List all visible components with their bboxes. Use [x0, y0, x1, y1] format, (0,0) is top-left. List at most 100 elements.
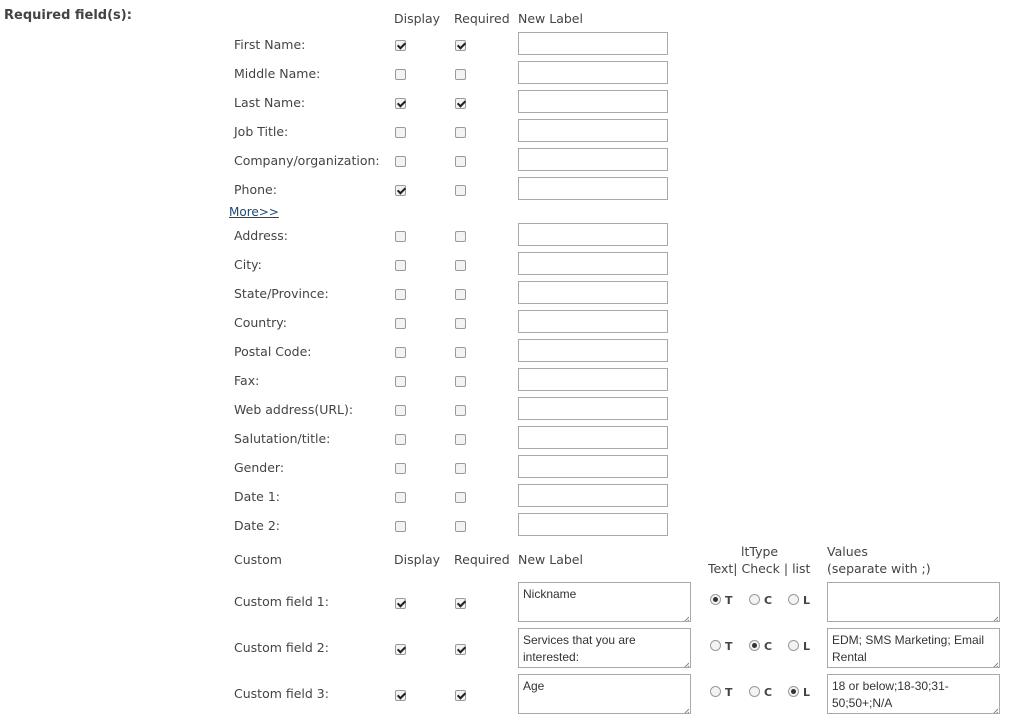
custom-field-3-values-textarea[interactable]: 18 or below;18-30;31-50;50+;N/A	[827, 674, 1000, 714]
more-link[interactable]: More>>	[229, 205, 279, 219]
custom-field-1-type-list-radio[interactable]	[788, 594, 799, 605]
required-checkbox-address[interactable]	[455, 231, 466, 242]
new-label-input-gender[interactable]	[518, 455, 668, 478]
resize-grip-icon	[990, 658, 999, 667]
field-label-country: Country:	[234, 315, 287, 330]
custom-field-3-new-label-textarea[interactable]: Age	[518, 674, 691, 714]
display-checkbox-state-province[interactable]	[395, 289, 406, 300]
resize-grip-icon	[990, 612, 999, 621]
new-label-input-state-province[interactable]	[518, 281, 668, 304]
required-checkbox-web-address-url[interactable]	[455, 405, 466, 416]
new-label-input-last-name[interactable]	[518, 90, 668, 113]
new-label-input-fax[interactable]	[518, 368, 668, 391]
new-label-input-web-address-url[interactable]	[518, 397, 668, 420]
field-label-phone: Phone:	[234, 182, 277, 197]
display-checkbox-web-address-url[interactable]	[395, 405, 406, 416]
required-checkbox-date-1[interactable]	[455, 492, 466, 503]
new-label-input-postal-code[interactable]	[518, 339, 668, 362]
custom-field-3-new-label-text: Age	[523, 679, 545, 693]
display-checkbox-first-name[interactable]	[395, 40, 406, 51]
required-checkbox-date-2[interactable]	[455, 521, 466, 532]
new-label-input-job-title[interactable]	[518, 119, 668, 142]
custom-field-2-type-check-radio[interactable]	[749, 640, 760, 651]
custom-field-1-required-checkbox[interactable]	[455, 598, 466, 609]
new-label-input-country[interactable]	[518, 310, 668, 333]
custom-field-2-new-label-textarea[interactable]: Services that you are interested:	[518, 628, 691, 668]
custom-field-3-required-checkbox[interactable]	[455, 690, 466, 701]
new-label-input-city[interactable]	[518, 252, 668, 275]
field-label-fax: Fax:	[234, 373, 260, 388]
custom-field-1-type-check-radio[interactable]	[749, 594, 760, 605]
custom-field-2-values-textarea[interactable]: EDM; SMS Marketing; Email Rental	[827, 628, 1000, 668]
new-label-input-date-1[interactable]	[518, 484, 668, 507]
custom-field-2-type-text-radio[interactable]	[710, 640, 721, 651]
display-checkbox-date-1[interactable]	[395, 492, 406, 503]
field-label-middle-name: Middle Name:	[234, 66, 321, 81]
new-label-input-salutation-title[interactable]	[518, 426, 668, 449]
display-checkbox-date-2[interactable]	[395, 521, 406, 532]
values-header-title: Values	[827, 544, 868, 559]
required-checkbox-city[interactable]	[455, 260, 466, 271]
required-checkbox-company-organization[interactable]	[455, 156, 466, 167]
field-label-first-name: First Name:	[234, 37, 306, 52]
display-checkbox-middle-name[interactable]	[395, 69, 406, 80]
new-label-input-company-organization[interactable]	[518, 148, 668, 171]
new-label-input-first-name[interactable]	[518, 32, 668, 55]
custom-field-2-label: Custom field 2:	[234, 640, 329, 655]
custom-field-2-values-text: EDM; SMS Marketing; Email Rental	[832, 633, 985, 664]
custom-new-label-header: New Label	[518, 552, 583, 567]
field-label-salutation-title: Salutation/title:	[234, 431, 331, 446]
display-checkbox-city[interactable]	[395, 260, 406, 271]
custom-field-3-type-list-radio[interactable]	[788, 686, 799, 697]
new-label-input-address[interactable]	[518, 223, 668, 246]
required-checkbox-first-name[interactable]	[455, 40, 466, 51]
custom-field-3-label: Custom field 3:	[234, 686, 329, 701]
display-checkbox-salutation-title[interactable]	[395, 434, 406, 445]
new-label-input-phone[interactable]	[518, 177, 668, 200]
display-checkbox-country[interactable]	[395, 318, 406, 329]
custom-field-1-type-text-radio[interactable]	[710, 594, 721, 605]
field-label-date-2: Date 2:	[234, 518, 281, 533]
required-checkbox-state-province[interactable]	[455, 289, 466, 300]
values-header-hint: (separate with ;)	[827, 561, 931, 576]
required-checkbox-salutation-title[interactable]	[455, 434, 466, 445]
custom-field-1-label: Custom field 1:	[234, 594, 329, 609]
custom-required-header: Required	[454, 552, 510, 567]
custom-field-1-new-label-textarea[interactable]: Nickname	[518, 582, 691, 622]
display-checkbox-gender[interactable]	[395, 463, 406, 474]
custom-field-1-display-checkbox[interactable]	[395, 598, 406, 609]
resize-grip-icon	[990, 704, 999, 713]
new-label-input-date-2[interactable]	[518, 513, 668, 536]
custom-display-header: Display	[394, 552, 441, 567]
display-checkbox-fax[interactable]	[395, 376, 406, 387]
required-checkbox-postal-code[interactable]	[455, 347, 466, 358]
required-checkbox-fax[interactable]	[455, 376, 466, 387]
required-checkbox-middle-name[interactable]	[455, 69, 466, 80]
required-checkbox-job-title[interactable]	[455, 127, 466, 138]
field-label-last-name: Last Name:	[234, 95, 306, 110]
custom-field-2-type-list-radio[interactable]	[788, 640, 799, 651]
display-checkbox-address[interactable]	[395, 231, 406, 242]
required-checkbox-country[interactable]	[455, 318, 466, 329]
new-label-column-header: New Label	[518, 11, 583, 26]
custom-field-2-new-label-text: Services that you are interested:	[523, 633, 636, 664]
display-checkbox-company-organization[interactable]	[395, 156, 406, 167]
custom-field-2-required-checkbox[interactable]	[455, 644, 466, 655]
display-checkbox-phone[interactable]	[395, 185, 406, 196]
required-checkbox-last-name[interactable]	[455, 98, 466, 109]
required-checkbox-phone[interactable]	[455, 185, 466, 196]
display-checkbox-postal-code[interactable]	[395, 347, 406, 358]
custom-field-1-values-textarea[interactable]	[827, 582, 1000, 622]
custom-field-2-display-checkbox[interactable]	[395, 644, 406, 655]
custom-field-3-type-text-radio[interactable]	[710, 686, 721, 697]
custom-field-1-type-list-letter: L	[803, 594, 811, 607]
display-checkbox-last-name[interactable]	[395, 98, 406, 109]
field-label-postal-code: Postal Code:	[234, 344, 312, 359]
display-checkbox-job-title[interactable]	[395, 127, 406, 138]
resize-grip-icon	[681, 612, 690, 621]
custom-field-2-type-text-letter: T	[725, 640, 733, 653]
custom-field-3-type-check-radio[interactable]	[749, 686, 760, 697]
new-label-input-middle-name[interactable]	[518, 61, 668, 84]
custom-field-3-display-checkbox[interactable]	[395, 690, 406, 701]
required-checkbox-gender[interactable]	[455, 463, 466, 474]
